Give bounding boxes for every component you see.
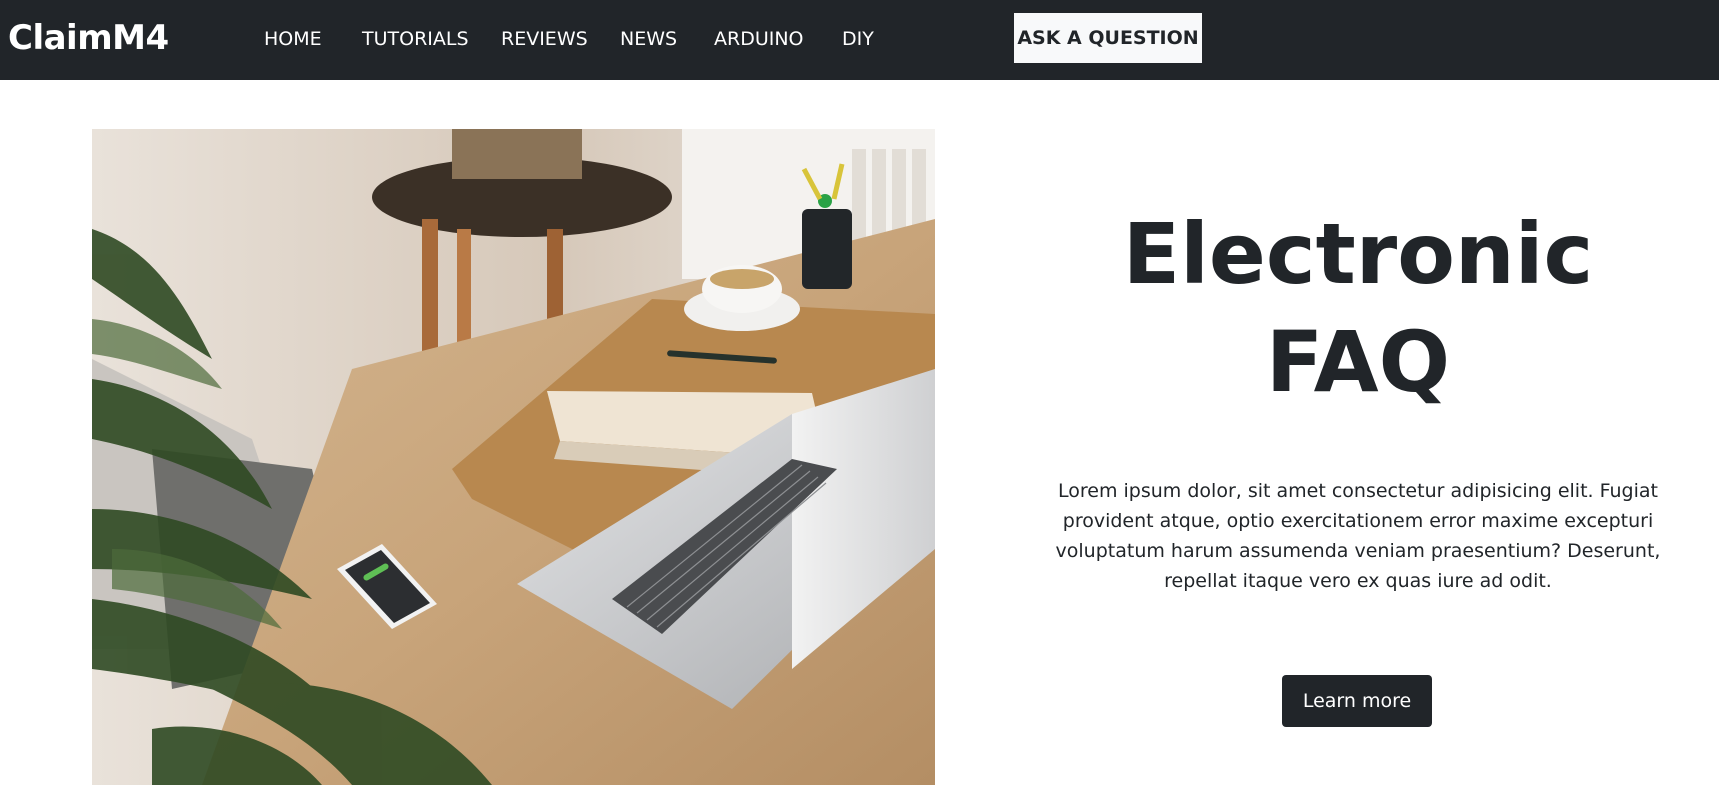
ask-question-button[interactable]: ASK A QUESTION: [1014, 13, 1202, 63]
nav-item-arduino[interactable]: ARDUINO: [714, 27, 804, 51]
nav-item-diy[interactable]: DIY: [842, 27, 874, 51]
nav-item-reviews[interactable]: REVIEWS: [501, 27, 588, 51]
hero-title-line-1: Electronic: [1122, 205, 1594, 303]
navbar: ClaimM4 HOME TUTORIALS REVIEWS NEWS ARDU…: [0, 0, 1719, 80]
learn-more-button[interactable]: Learn more: [1282, 675, 1432, 727]
nav-item-news[interactable]: NEWS: [620, 27, 677, 51]
hero-title-line-2: FAQ: [1265, 313, 1451, 411]
nav-item-tutorials[interactable]: TUTORIALS: [362, 27, 469, 51]
desk-laptop-photo-icon: [92, 129, 935, 785]
hero-description: Lorem ipsum dolor, sit amet consectetur …: [1055, 480, 1661, 592]
nav-item-home[interactable]: HOME: [264, 27, 322, 51]
brand-logo[interactable]: ClaimM4: [8, 18, 169, 58]
hero-title: Electronic FAQ: [1020, 200, 1696, 416]
